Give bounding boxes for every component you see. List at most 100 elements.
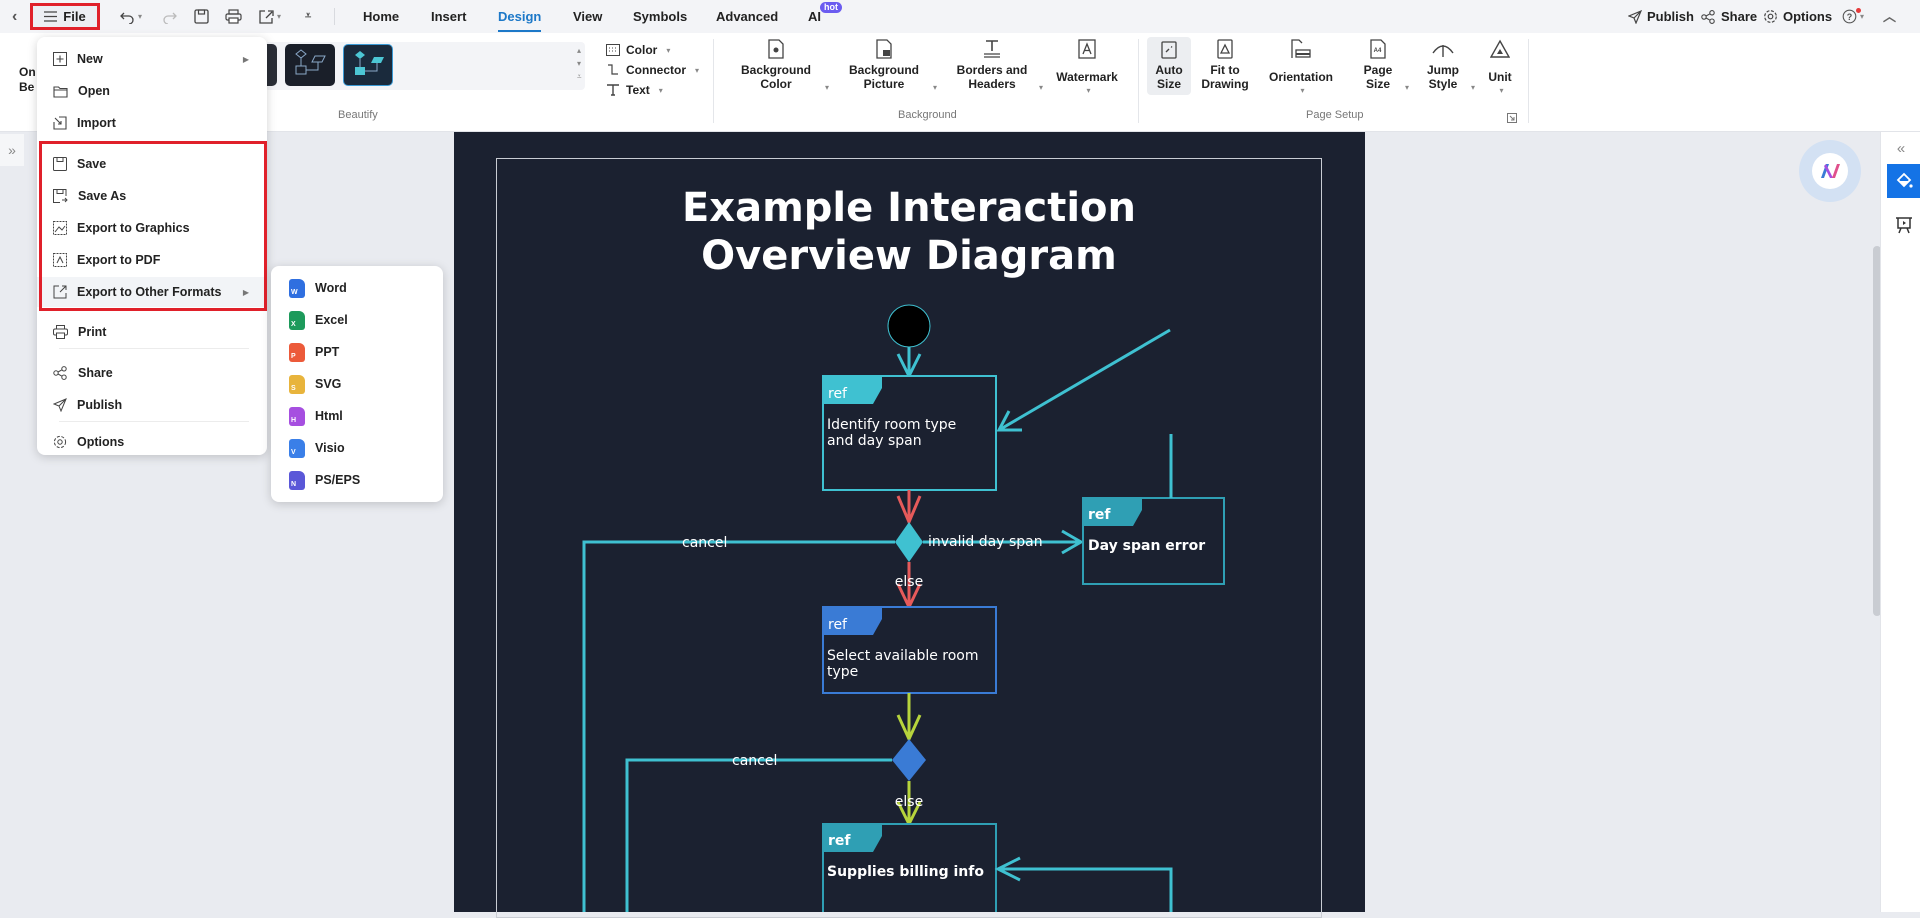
- options-button[interactable]: Options: [1763, 0, 1832, 33]
- menu-item-label: Print: [78, 325, 107, 339]
- svg-text:A4: A4: [1374, 48, 1382, 54]
- borders-icon: [984, 40, 1000, 58]
- word-icon: W: [289, 278, 305, 298]
- expand-left-panel-button[interactable]: »: [0, 134, 24, 166]
- background-color-button[interactable]: Background Color: [738, 39, 814, 91]
- help-button[interactable]: ? ▾: [1842, 0, 1864, 33]
- format-item-ppt[interactable]: P PPT: [271, 337, 443, 367]
- redo-button[interactable]: [162, 0, 177, 33]
- menu-item-export-pdf[interactable]: Export to PDF: [37, 245, 267, 275]
- menu-item-export-graphics[interactable]: Export to Graphics: [37, 213, 267, 243]
- menu-item-label: Publish: [77, 398, 123, 412]
- menu-item-import[interactable]: Import: [37, 108, 267, 138]
- ref-frame-select-room[interactable]: ref Select available room type: [822, 606, 997, 694]
- publish-button[interactable]: Publish: [1628, 0, 1694, 33]
- caret-icon[interactable]: ▾: [825, 83, 829, 92]
- cancel-label: cancel: [732, 753, 777, 769]
- format-item-svg[interactable]: S SVG: [271, 369, 443, 399]
- gallery-scroll[interactable]: ▴ ▾ ⩡: [577, 44, 582, 83]
- menu-item-export-other[interactable]: Export to Other Formats ▶: [37, 277, 267, 307]
- connector-button[interactable]: Connector ▾: [606, 63, 699, 77]
- box-label: Supplies billing info: [827, 864, 984, 880]
- menu-item-label: Share: [78, 366, 113, 380]
- auto-size-button[interactable]: Auto Size: [1147, 37, 1191, 95]
- color-button[interactable]: Color ▾: [606, 43, 670, 57]
- export-button[interactable]: ▾: [258, 0, 281, 33]
- page-setup-dialog-launcher[interactable]: [1507, 110, 1517, 128]
- menu-item-save[interactable]: Save: [37, 149, 267, 179]
- fit-to-drawing-button[interactable]: Fit to Drawing: [1198, 39, 1252, 91]
- divider: [1528, 39, 1529, 123]
- start-node[interactable]: [887, 304, 931, 348]
- format-item-html[interactable]: H Html: [271, 401, 443, 431]
- format-item-ps-eps[interactable]: N PS/EPS: [271, 465, 443, 495]
- share-button[interactable]: Share: [1701, 0, 1757, 33]
- caret-icon[interactable]: ▾: [1039, 83, 1043, 92]
- tab-ai[interactable]: AI hot: [808, 0, 842, 33]
- file-menu-button[interactable]: File: [30, 3, 100, 30]
- menu-item-publish[interactable]: Publish: [37, 390, 267, 420]
- quick-access-more-button[interactable]: ⩡: [305, 0, 311, 33]
- one-click-beautify-button[interactable]: On Be: [19, 65, 36, 95]
- undo-icon: [120, 12, 134, 24]
- jump-style-button[interactable]: Jump Style: [1424, 39, 1462, 91]
- format-item-excel[interactable]: X Excel: [271, 305, 443, 335]
- else-label: else: [895, 794, 923, 810]
- tab-design[interactable]: Design: [498, 0, 542, 33]
- style-panel-button[interactable]: [1887, 164, 1920, 198]
- style-thumbnail[interactable]: [285, 44, 335, 86]
- fit-drawing-icon: [1217, 39, 1233, 59]
- ref-frame-identify-room[interactable]: ref Identify room type and day span: [822, 375, 997, 491]
- menu-item-print[interactable]: Print: [37, 317, 267, 347]
- partial-label: Be: [19, 80, 35, 94]
- diagram-title-line2[interactable]: Overview Diagram: [701, 233, 1117, 279]
- back-button[interactable]: ‹: [12, 0, 17, 33]
- decision-node[interactable]: [895, 522, 923, 562]
- menu-item-open[interactable]: Open: [37, 76, 267, 106]
- watermark-button[interactable]: Watermark ▾: [1050, 39, 1124, 98]
- save-button[interactable]: [194, 0, 209, 33]
- partial-label: On: [19, 65, 36, 79]
- caret-icon[interactable]: ▾: [933, 83, 937, 92]
- caret-icon[interactable]: ▾: [1405, 83, 1409, 92]
- tab-symbols[interactable]: Symbols: [633, 0, 687, 33]
- format-item-visio[interactable]: V Visio: [271, 433, 443, 463]
- diagram-page[interactable]: .title { font-family: "DejaVu Sans", san…: [454, 132, 1365, 918]
- canvas-workspace: .title { font-family: "DejaVu Sans", san…: [0, 132, 1880, 918]
- options-label: Options: [1783, 9, 1833, 24]
- label: Background: [848, 63, 919, 77]
- diagram-title-line1[interactable]: Example Interaction: [682, 185, 1136, 231]
- menu-item-save-as[interactable]: Save As: [37, 181, 267, 211]
- decision-node[interactable]: [892, 739, 926, 781]
- background-picture-button[interactable]: Background Picture: [846, 39, 922, 91]
- page-size-button[interactable]: A4 Page Size: [1360, 39, 1396, 91]
- text-button[interactable]: Text ▾: [606, 83, 663, 97]
- tab-insert[interactable]: Insert: [431, 0, 466, 33]
- chevron-right-icon: ▶: [242, 54, 249, 64]
- ref-frame-day-span-error[interactable]: ref Day span error: [1082, 497, 1225, 585]
- collapse-ribbon-button[interactable]: ︿: [1883, 0, 1896, 33]
- orientation-button[interactable]: Orientation ▾: [1264, 39, 1338, 98]
- tab-view[interactable]: View: [573, 0, 602, 33]
- presentation-button[interactable]: [1887, 210, 1920, 240]
- box-label: Select available room: [827, 648, 979, 664]
- collapse-panel-button[interactable]: «: [1881, 136, 1920, 160]
- ps-eps-icon: N: [289, 470, 305, 490]
- menu-item-options[interactable]: Options: [37, 431, 267, 453]
- borders-headers-button[interactable]: Borders and Headers: [952, 39, 1032, 91]
- ref-frame-billing-info[interactable]: ref Supplies billing info: [822, 823, 997, 912]
- presentation-icon: [1896, 217, 1912, 234]
- menu-item-share[interactable]: Share: [37, 358, 267, 388]
- menu-item-new[interactable]: New ▶: [37, 44, 267, 74]
- tab-advanced[interactable]: Advanced: [716, 0, 778, 33]
- print-button[interactable]: [225, 0, 242, 33]
- style-thumbnail-selected[interactable]: [343, 44, 393, 86]
- caret-icon[interactable]: ▾: [1471, 83, 1475, 92]
- flow-arrow[interactable]: [998, 867, 1173, 912]
- format-item-word[interactable]: W Word: [271, 273, 443, 303]
- ai-assistant-button[interactable]: [1799, 140, 1861, 202]
- tab-home[interactable]: Home: [363, 0, 399, 33]
- undo-button[interactable]: ▾: [120, 0, 142, 33]
- flow-arrow[interactable]: [998, 328, 1171, 432]
- unit-button[interactable]: Unit ▾: [1483, 39, 1517, 98]
